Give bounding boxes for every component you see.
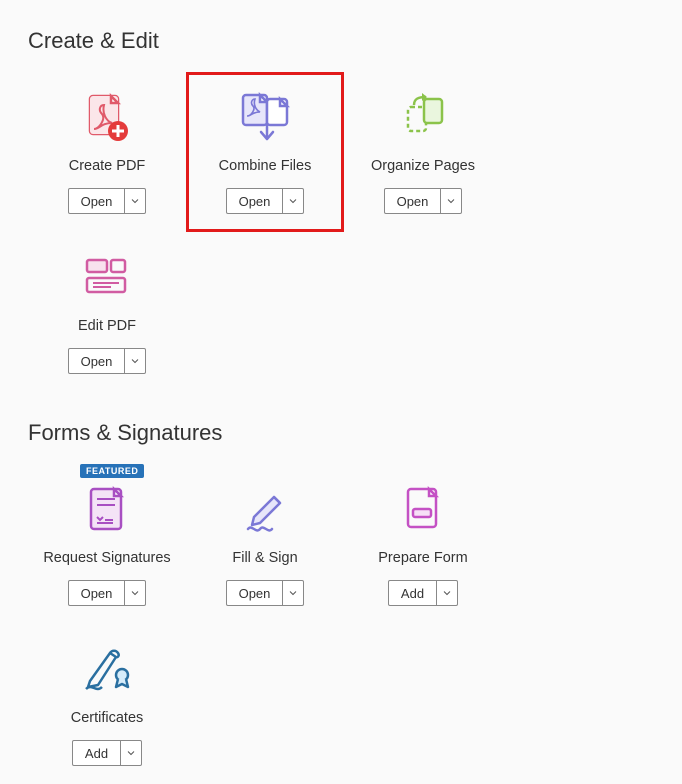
fill-sign-icon: [235, 480, 295, 540]
organize-pages-icon: [393, 88, 453, 148]
tool-edit-pdf[interactable]: Edit PDF Open: [28, 232, 186, 392]
request-signatures-icon: [77, 480, 137, 540]
tool-label: Combine Files: [219, 158, 312, 174]
tool-label: Organize Pages: [371, 158, 475, 174]
open-split-button[interactable]: Open: [68, 348, 147, 374]
open-split-button[interactable]: Open: [68, 188, 147, 214]
open-split-button[interactable]: Open: [384, 188, 463, 214]
section-create-edit: Create & Edit Create PDF Open: [0, 28, 682, 392]
section-title: Forms & Signatures: [28, 420, 654, 446]
tool-grid: Create PDF Open Co: [28, 72, 654, 392]
dropdown-button[interactable]: [437, 581, 457, 605]
dropdown-button[interactable]: [121, 741, 141, 765]
chevron-down-icon: [131, 197, 139, 205]
tool-grid: FEATURED Request Signatures Open: [28, 464, 654, 784]
create-pdf-icon: [77, 88, 137, 148]
chevron-down-icon: [447, 197, 455, 205]
open-button[interactable]: Open: [385, 189, 442, 213]
section-title: Create & Edit: [28, 28, 654, 54]
prepare-form-icon: [393, 480, 453, 540]
tool-fill-sign[interactable]: Fill & Sign Open: [186, 464, 344, 624]
open-split-button[interactable]: Open: [226, 580, 305, 606]
tool-create-pdf[interactable]: Create PDF Open: [28, 72, 186, 232]
chevron-down-icon: [127, 749, 135, 757]
dropdown-button[interactable]: [283, 581, 303, 605]
add-button[interactable]: Add: [73, 741, 121, 765]
certificates-icon: [77, 640, 137, 700]
chevron-down-icon: [289, 197, 297, 205]
chevron-down-icon: [131, 357, 139, 365]
tool-combine-files[interactable]: Combine Files Open: [186, 72, 344, 232]
chevron-down-icon: [289, 589, 297, 597]
open-split-button[interactable]: Open: [68, 580, 147, 606]
tool-label: Request Signatures: [43, 550, 170, 566]
dropdown-button[interactable]: [441, 189, 461, 213]
tool-label: Prepare Form: [378, 550, 467, 566]
open-button[interactable]: Open: [227, 189, 284, 213]
dropdown-button[interactable]: [125, 349, 145, 373]
tool-organize-pages[interactable]: Organize Pages Open: [344, 72, 502, 232]
add-split-button[interactable]: Add: [388, 580, 458, 606]
tool-label: Fill & Sign: [232, 550, 297, 566]
tool-prepare-form[interactable]: Prepare Form Add: [344, 464, 502, 624]
open-button[interactable]: Open: [69, 349, 126, 373]
dropdown-button[interactable]: [125, 581, 145, 605]
add-split-button[interactable]: Add: [72, 740, 142, 766]
tool-label: Certificates: [71, 710, 144, 726]
section-forms-signatures: Forms & Signatures FEATURED Request Sign…: [0, 420, 682, 784]
combine-files-icon: [235, 88, 295, 148]
add-button[interactable]: Add: [389, 581, 437, 605]
edit-pdf-icon: [77, 248, 137, 308]
chevron-down-icon: [443, 589, 451, 597]
tool-request-signatures[interactable]: FEATURED Request Signatures Open: [28, 464, 186, 624]
featured-badge: FEATURED: [80, 464, 144, 478]
open-button[interactable]: Open: [227, 581, 284, 605]
chevron-down-icon: [131, 589, 139, 597]
dropdown-button[interactable]: [283, 189, 303, 213]
tool-label: Edit PDF: [78, 318, 136, 334]
open-button[interactable]: Open: [69, 189, 126, 213]
open-button[interactable]: Open: [69, 581, 126, 605]
open-split-button[interactable]: Open: [226, 188, 305, 214]
tool-certificates[interactable]: Certificates Add: [28, 624, 186, 784]
tool-label: Create PDF: [69, 158, 146, 174]
dropdown-button[interactable]: [125, 189, 145, 213]
